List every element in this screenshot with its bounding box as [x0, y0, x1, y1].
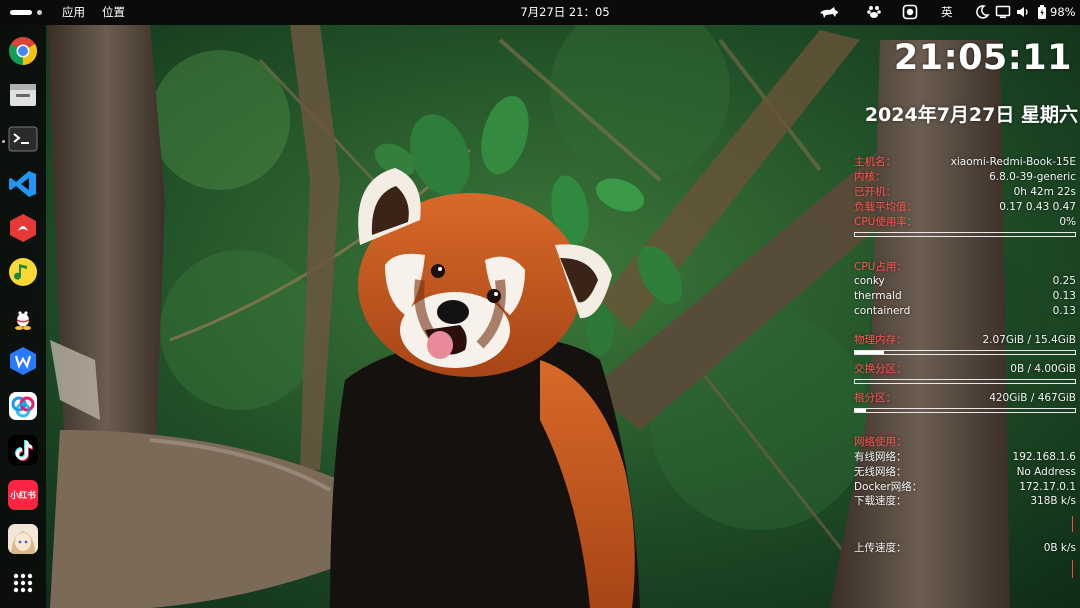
load-average-value: 0.17 0.43 0.47 [999, 201, 1076, 213]
process-value: 0.13 [1052, 305, 1076, 317]
process-value: 0.13 [1052, 290, 1076, 302]
battery-percentage[interactable]: 98% [1050, 0, 1076, 25]
wired-network-row: 有线网络： 192.168.1.6 [854, 450, 1076, 464]
swap-value: 0B / 4.00GiB [1010, 363, 1076, 375]
anime-avatar-icon[interactable] [8, 524, 38, 554]
top-panel: 应用 位置 7月27日 21：05 英 98% [0, 0, 1080, 25]
cat-icon[interactable] [818, 4, 840, 20]
paw-icon[interactable] [866, 4, 882, 20]
root-partition-bar [854, 408, 1076, 413]
kernel-label: 内核： [854, 171, 886, 183]
download-speed-row: 下载速度： 318B k/s [854, 494, 1076, 508]
places-menu[interactable]: 位置 [102, 0, 125, 25]
memory-label: 物理内存： [854, 334, 907, 346]
download-speed-value: 318B k/s [1030, 495, 1076, 507]
memory-bar-fill [855, 351, 885, 354]
wps-icon[interactable] [8, 346, 38, 376]
running-indicator [2, 140, 5, 143]
baidu-netdisk-icon[interactable] [8, 391, 38, 421]
memory-row: 物理内存： 2.07GiB / 15.4GiB [854, 333, 1076, 347]
download-speed-label: 下载速度： [854, 495, 907, 507]
docker-network-label: Docker网络： [854, 481, 923, 493]
music-icon[interactable] [8, 257, 38, 287]
process-name: conky [854, 275, 885, 287]
root-partition-bar-fill [855, 409, 866, 412]
wireless-network-row: 无线网络： No Address [854, 465, 1076, 479]
memory-value: 2.07GiB / 15.4GiB [982, 334, 1077, 346]
docker-network-row: Docker网络： 172.17.0.1 [854, 480, 1076, 494]
upload-speed-graph [1072, 560, 1073, 578]
cpu-usage-label: CPU使用率： [854, 216, 918, 228]
hostname-label: 主机名： [854, 156, 896, 168]
wireless-network-value: No Address [1016, 466, 1076, 478]
huawei-icon[interactable] [8, 213, 38, 243]
volume-icon[interactable] [1015, 4, 1031, 20]
battery-icon[interactable] [1037, 4, 1047, 20]
upload-speed-label: 上传速度： [854, 542, 907, 554]
apps-menu[interactable]: 应用 [62, 0, 85, 25]
process-name: thermald [854, 290, 902, 302]
process-row: thermald 0.13 [854, 289, 1076, 303]
xiaohongshu-icon[interactable]: 小红书 [8, 480, 38, 510]
kernel-row: 内核： 6.8.0-39-generic [854, 170, 1076, 184]
swap-row: 交换分区： 0B / 4.00GiB [854, 362, 1076, 376]
qq-icon[interactable] [8, 302, 38, 332]
process-row: containerd 0.13 [854, 304, 1076, 318]
process-row: conky 0.25 [854, 274, 1076, 288]
kernel-value: 6.8.0-39-generic [989, 171, 1076, 183]
clock[interactable]: 7月27日 21：05 [500, 0, 630, 25]
dock: 小红书 [0, 25, 46, 608]
cpu-usage-bar [854, 232, 1076, 237]
load-average-label: 负载平均值： [854, 201, 917, 213]
tiktok-icon[interactable] [8, 435, 38, 465]
wireless-network-label: 无线网络： [854, 466, 907, 478]
root-partition-value: 420GiB / 467GiB [989, 392, 1076, 404]
hostname-row: 主机名： xiaomi-Redmi-Book-15E [854, 155, 1076, 169]
files-icon[interactable] [8, 80, 38, 110]
uptime-label: 已开机： [854, 186, 896, 198]
root-partition-label: 根分区： [854, 392, 896, 404]
conky-time: 21:05:11 [893, 38, 1072, 78]
moon-icon[interactable] [974, 4, 990, 20]
network-heading: 网络使用： [854, 436, 907, 448]
record-icon[interactable] [902, 4, 918, 20]
uptime-row: 已开机： 0h 42m 22s [854, 185, 1076, 199]
swap-label: 交换分区： [854, 363, 907, 375]
process-value: 0.25 [1052, 275, 1076, 287]
load-average-row: 负载平均值： 0.17 0.43 0.47 [854, 200, 1076, 214]
input-method-indicator[interactable]: 英 [941, 0, 953, 25]
process-name: containerd [854, 305, 911, 317]
uptime-value: 0h 42m 22s [1013, 186, 1076, 198]
download-speed-graph [1072, 516, 1073, 532]
conky-date: 2024年7月27日 星期六 [864, 104, 1078, 126]
upload-speed-row: 上传速度： 0B k/s [854, 541, 1076, 555]
cpu-usage-row: CPU使用率： 0% [854, 215, 1076, 229]
workspace-indicator[interactable] [37, 10, 42, 15]
memory-bar [854, 350, 1076, 355]
vscode-icon[interactable] [8, 169, 38, 199]
swap-bar [854, 379, 1076, 384]
root-partition-row: 根分区： 420GiB / 467GiB [854, 391, 1076, 405]
hostname-value: xiaomi-Redmi-Book-15E [950, 156, 1076, 168]
workspace-indicator-active[interactable] [10, 10, 32, 15]
cpu-usage-value: 0% [1059, 216, 1076, 228]
display-icon[interactable] [995, 4, 1011, 20]
docker-network-value: 172.17.0.1 [1019, 481, 1076, 493]
chrome-icon[interactable] [8, 36, 38, 66]
terminal-icon[interactable] [8, 124, 38, 154]
upload-speed-value: 0B k/s [1043, 542, 1076, 554]
cpu-processes-heading: CPU占用： [854, 261, 907, 273]
wired-network-label: 有线网络： [854, 451, 907, 463]
wired-network-value: 192.168.1.6 [1012, 451, 1076, 463]
app-grid-icon[interactable] [8, 568, 38, 598]
